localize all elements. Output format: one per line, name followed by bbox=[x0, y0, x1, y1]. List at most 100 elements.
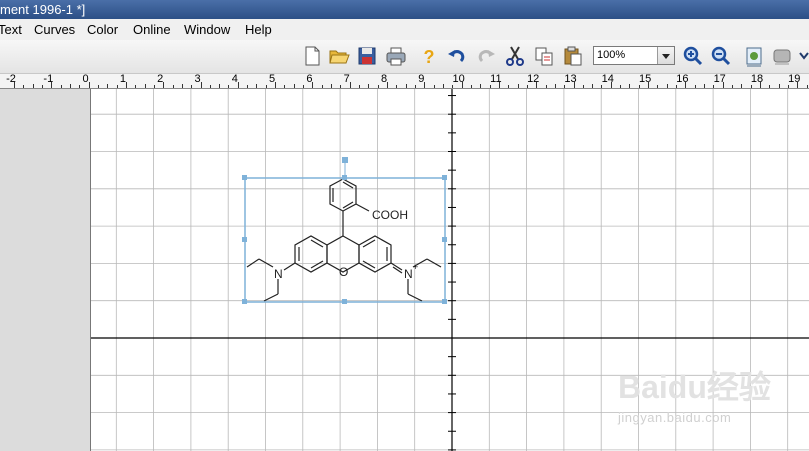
more-chevron-icon[interactable] bbox=[799, 45, 809, 67]
selection-box[interactable] bbox=[242, 157, 447, 304]
ruler-tick bbox=[284, 85, 286, 88]
ruler-tick bbox=[564, 85, 566, 88]
ruler-tick bbox=[191, 85, 193, 88]
save-icon[interactable] bbox=[356, 45, 378, 67]
horizontal-ruler[interactable]: -2 -1 0 1 2 3 4 5 6 7 8 9 10 11 12 13 14 15 16 17 18 19 bbox=[0, 74, 809, 89]
menu-help[interactable]: Help bbox=[245, 19, 272, 40]
ruler-tick bbox=[88, 82, 90, 88]
ruler-tick bbox=[181, 84, 183, 88]
ruler-tick bbox=[135, 85, 137, 88]
ruler-tick bbox=[704, 84, 706, 88]
ruler-tick bbox=[97, 85, 99, 88]
help-icon[interactable]: ? bbox=[418, 45, 440, 67]
ruler-tick bbox=[498, 82, 500, 88]
open-folder-icon[interactable] bbox=[328, 45, 350, 67]
menu-color[interactable]: Color bbox=[87, 19, 118, 40]
menu-online[interactable]: Online bbox=[133, 19, 171, 40]
resize-handle-sw[interactable] bbox=[242, 299, 247, 304]
ruler-tick bbox=[107, 84, 109, 88]
resize-handle-ne[interactable] bbox=[442, 175, 447, 180]
ruler-tick bbox=[806, 85, 808, 88]
ruler-tick bbox=[536, 82, 538, 88]
ruler-tick bbox=[797, 82, 799, 88]
ruler-tick bbox=[41, 85, 43, 88]
zoom-in-icon[interactable] bbox=[682, 45, 704, 67]
ruler-tick bbox=[657, 85, 659, 88]
redo-icon[interactable] bbox=[475, 45, 497, 67]
menu-bar: Text Curves Color Online Window Help bbox=[0, 19, 809, 41]
chevron-down-icon[interactable] bbox=[657, 47, 674, 64]
ruler-tick bbox=[592, 84, 594, 88]
positive-charge-label: + bbox=[413, 262, 418, 272]
ruler-label: 14 bbox=[601, 74, 614, 85]
ruler-label: 18 bbox=[750, 74, 764, 85]
ruler-tick bbox=[321, 85, 323, 88]
ruler-tick bbox=[610, 82, 612, 88]
fit-page-icon[interactable] bbox=[743, 45, 765, 67]
zoom-region-icon[interactable] bbox=[771, 45, 793, 67]
ruler-tick bbox=[219, 84, 221, 88]
print-icon[interactable] bbox=[385, 45, 407, 67]
ruler-tick bbox=[303, 85, 305, 88]
ruler-tick bbox=[331, 84, 333, 88]
resize-handle-nw[interactable] bbox=[242, 175, 247, 180]
ruler-tick bbox=[741, 84, 743, 88]
new-document-icon[interactable] bbox=[301, 45, 323, 67]
watermark-url: jingyan.baidu.com bbox=[618, 410, 732, 425]
ruler-tick bbox=[163, 82, 165, 88]
ruler-tick bbox=[750, 85, 752, 88]
ruler-tick bbox=[526, 85, 528, 88]
resize-handle-e[interactable] bbox=[442, 237, 447, 242]
ruler-tick bbox=[60, 85, 62, 88]
resize-handle-w[interactable] bbox=[242, 237, 247, 242]
rhodamine-b-structure[interactable] bbox=[246, 178, 442, 302]
resize-handle-n[interactable] bbox=[342, 175, 347, 180]
ruler-tick bbox=[144, 84, 146, 88]
ruler-tick bbox=[732, 85, 734, 88]
ruler-tick bbox=[508, 85, 510, 88]
ruler-tick bbox=[256, 84, 258, 88]
ruler-tick bbox=[778, 84, 780, 88]
zoom-out-icon[interactable] bbox=[710, 45, 732, 67]
ruler-tick bbox=[377, 85, 379, 88]
left-margin-area bbox=[0, 89, 91, 451]
paste-icon[interactable] bbox=[562, 45, 584, 67]
ruler-tick bbox=[340, 85, 342, 88]
ruler-tick bbox=[638, 85, 640, 88]
ruler-tick bbox=[769, 85, 771, 88]
ruler-tick bbox=[676, 85, 678, 88]
ruler-tick bbox=[172, 85, 174, 88]
ruler-tick bbox=[14, 82, 15, 88]
cut-icon[interactable] bbox=[504, 45, 526, 67]
menu-window[interactable]: Window bbox=[184, 19, 230, 40]
drawing-canvas[interactable]: COOH N N + O Baidu经验 jingyan.baidu.com bbox=[91, 89, 809, 451]
ruler-label: 17 bbox=[713, 74, 726, 85]
svg-text:?: ? bbox=[424, 47, 435, 67]
undo-icon[interactable] bbox=[446, 45, 468, 67]
ruler-tick bbox=[461, 82, 463, 88]
ruler-tick bbox=[153, 85, 155, 88]
ruler-tick bbox=[480, 84, 482, 88]
ruler-label: 10 bbox=[452, 74, 465, 85]
menu-text[interactable]: Text bbox=[0, 19, 22, 40]
zoom-select[interactable]: 100% bbox=[593, 46, 675, 65]
rotate-handle[interactable] bbox=[342, 157, 348, 163]
menu-curves[interactable]: Curves bbox=[34, 19, 75, 40]
ruler-tick bbox=[760, 82, 761, 88]
ruler-tick bbox=[694, 85, 696, 88]
resize-handle-se[interactable] bbox=[442, 299, 447, 304]
ruler-label: 13 bbox=[564, 74, 577, 85]
zoom-value: 100% bbox=[597, 49, 626, 61]
copy-icon[interactable] bbox=[533, 45, 555, 67]
ruler-tick bbox=[228, 85, 230, 88]
ruler-tick bbox=[396, 85, 398, 88]
ruler-tick bbox=[23, 85, 25, 88]
ruler-tick bbox=[629, 84, 631, 88]
amine-n-right-label: N bbox=[404, 267, 413, 281]
ruler-tick bbox=[265, 85, 267, 88]
ruler-tick bbox=[368, 84, 370, 88]
resize-handle-s[interactable] bbox=[342, 299, 347, 304]
ruler-tick bbox=[359, 85, 361, 88]
ruler-tick bbox=[713, 85, 715, 88]
ruler-tick bbox=[489, 85, 491, 88]
